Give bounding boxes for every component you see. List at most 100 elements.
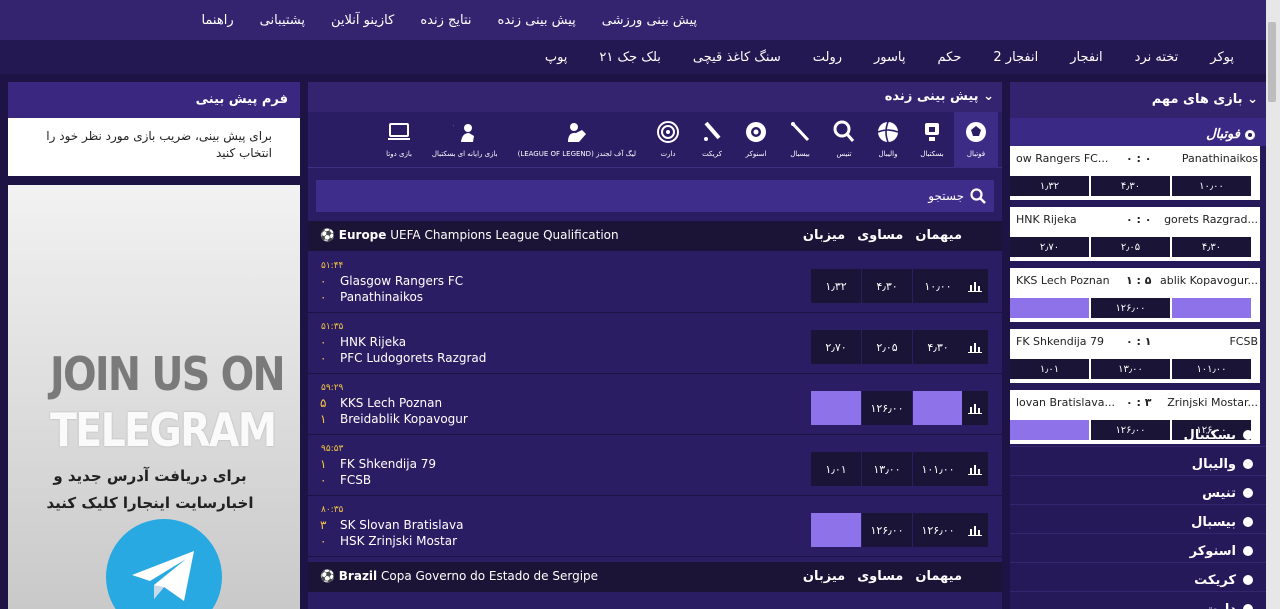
sport-tab[interactable]: والیبال	[866, 112, 910, 168]
league-header: ⚽ Europe UEFA Champions League Qualifica…	[308, 221, 1002, 251]
important-games-header[interactable]: ⌄ بازی های مهم	[1010, 82, 1266, 118]
sport-tab[interactable]: بسکتبال	[910, 112, 954, 168]
important-match-teams: KKS Lech Poznan ۱ : ۵ ablik Kopavogur...	[1016, 274, 1258, 290]
odds-button[interactable]: ۱٫۰۱	[1010, 359, 1089, 379]
banner-line1: JOIN US ON	[50, 347, 286, 401]
nav-live-results[interactable]: نتایج زنده	[420, 13, 471, 28]
league-name[interactable]: ⚽ Europe UEFA Champions League Qualifica…	[320, 228, 619, 242]
odds-button[interactable]: ۴٫۳۰	[1091, 176, 1170, 196]
match-row[interactable]: ۸۰:۳۵ ۳ ۰ SK Slovan Bratislava HSK Zrinjski …	[308, 497, 1002, 557]
nav-game-pasur[interactable]: پاسور	[874, 50, 905, 65]
search-input[interactable]: جستجو	[928, 189, 964, 203]
sport-tab[interactable]: فوتبال	[954, 112, 998, 168]
dart-icon	[657, 121, 679, 143]
sport-tab[interactable]: اسنوکر	[734, 112, 778, 168]
odds-button[interactable]	[1010, 298, 1089, 318]
odds-button[interactable]: ۲٫۷۰	[1010, 237, 1089, 257]
search-bar[interactable]: جستجو	[316, 180, 994, 212]
telegram-banner[interactable]: JOIN US ON TELEGRAM برای دریافت آدرس جدی…	[8, 185, 300, 609]
computer-icon	[388, 123, 411, 140]
odds-button[interactable]: ۲٫۷۰	[811, 330, 861, 364]
odds-button[interactable]: ۴٫۳۰	[1172, 237, 1251, 257]
nav-help[interactable]: راهنما	[201, 13, 233, 28]
nav-online-casino[interactable]: کازینو آنلاین	[331, 13, 394, 28]
category-football[interactable]: فوتبال	[1010, 118, 1266, 146]
live-betting-header[interactable]: ⌄ پیش بینی زنده	[308, 82, 1002, 112]
important-match[interactable]: HNK Rijeka ۰ : ۰ gorets Razgrad... ۲٫۷۰ ۲٫۰۵…	[1010, 207, 1260, 261]
nav-game-roulette[interactable]: رولت	[813, 50, 842, 65]
important-match[interactable]: FK Shkendija 79 ۰ : ۱ FCSB ۱٫۰۱ ۱۳٫۰۰ ۱۰۱٫۰۰	[1010, 329, 1260, 383]
category-item[interactable]: اسنوکر	[1010, 534, 1266, 563]
league-title: Copa Governo do Estado de Sergipe	[380, 569, 599, 583]
odds-button[interactable]: ۱۲۶٫۰۰	[862, 391, 912, 425]
nav-game-backgammon[interactable]: تخته نرد	[1135, 50, 1179, 65]
odds-button[interactable]: ۱۰۱٫۰۰	[913, 452, 963, 486]
stats-icon[interactable]	[962, 452, 988, 486]
odds-button[interactable]: ۱٫۳۲	[811, 269, 861, 303]
odds-button[interactable]	[913, 391, 963, 425]
nav-game-crash2[interactable]: انفجار 2	[993, 50, 1038, 65]
sport-tab[interactable]: تنیس	[822, 112, 866, 168]
odds-button[interactable]	[811, 391, 861, 425]
sport-tab[interactable]: بازی دوتا	[376, 112, 422, 168]
odds-button[interactable]	[811, 513, 861, 547]
sport-tab[interactable]: کریکت	[690, 112, 734, 168]
match-row[interactable]: ۵۱:۳۵ ۰ ۰ HNK Rijeka PFC Ludogorets Razgrad ۲…	[308, 314, 1002, 374]
stats-icon[interactable]	[962, 513, 988, 547]
odds-button[interactable]: ۱۲۶٫۰۰	[913, 513, 963, 547]
home-team: SK Slovan Bratislava	[340, 518, 464, 532]
stats-icon[interactable]	[962, 269, 988, 303]
home-team: Panathinaikos	[1181, 152, 1258, 165]
nav-game-pop[interactable]: پوپ	[545, 50, 568, 65]
nav-support[interactable]: پشتیبانی	[260, 13, 305, 28]
stats-icon[interactable]	[962, 330, 988, 364]
stats-icon[interactable]	[962, 391, 988, 425]
odds-button[interactable]: ۱۳٫۰۰	[862, 452, 912, 486]
match-row[interactable]: ۵۹:۲۹ ۵ ۱ KKS Lech Poznan Breidablik Kopavog…	[308, 375, 1002, 435]
nav-sports-betting[interactable]: پیش بینی ورزشی	[602, 13, 697, 28]
away-team: HSK Zrinjski Mostar	[340, 534, 458, 548]
odds-button[interactable]: ۱۰٫۰۰	[1172, 176, 1251, 196]
odds-button[interactable]: ۱۲۶٫۰۰	[1091, 298, 1170, 318]
category-item[interactable]: کریکت	[1010, 563, 1266, 592]
category-item[interactable]: بسکتبال	[1010, 418, 1266, 447]
important-match[interactable]: KKS Lech Poznan ۱ : ۵ ablik Kopavogur... ۱۲…	[1010, 268, 1260, 322]
important-match[interactable]: ow Rangers FC... ۰ : ۰ Panathinaikos ۱٫۳۲ ۴٫…	[1010, 146, 1260, 200]
nav-game-blackjack[interactable]: بلک جک ۲۱	[599, 50, 660, 65]
nav-live-betting[interactable]: پیش بینی زنده	[498, 13, 576, 28]
odds-button[interactable]: ۱۳٫۰۰	[1091, 359, 1170, 379]
snooker-icon	[746, 122, 766, 142]
telegram-icon	[106, 519, 222, 609]
odds-button[interactable]: ۱٫۳۲	[1010, 176, 1089, 196]
odds-column-label: میزبان	[802, 569, 846, 584]
league-name[interactable]: ⚽ Brazil Copa Governo do Estado de Sergi…	[320, 569, 598, 583]
odds-button[interactable]: ۱٫۰۱	[811, 452, 861, 486]
away-team: KKS Lech Poznan	[1016, 274, 1110, 287]
scrollbar-thumb[interactable]	[1268, 22, 1276, 102]
match-time: ۸۰:۳۵	[321, 505, 344, 515]
category-item[interactable]: والیبال	[1010, 447, 1266, 476]
odds-button[interactable]: ۱۰٫۰۰	[913, 269, 963, 303]
category-item[interactable]: دارت	[1010, 592, 1266, 609]
sport-tab[interactable]: ? بازی رایانه ای بسکتبال	[422, 112, 508, 168]
nav-game-rps[interactable]: سنگ کاغذ قیچی	[693, 50, 781, 65]
odds-button[interactable]: ۴٫۳۰	[862, 269, 912, 303]
odds-button[interactable]: ۱۰۱٫۰۰	[1172, 359, 1251, 379]
category-item[interactable]: تنیس	[1010, 476, 1266, 505]
nav-game-crash[interactable]: انفجار	[1070, 50, 1102, 65]
odds-button[interactable]	[1172, 298, 1251, 318]
match-row[interactable]: ۹۵:۵۳ ۱ ۰ FK Shkendija 79 FCSB ۱٫۰۱ ۱۳٫۰۰ ۱۰۱٫۰…	[308, 436, 1002, 496]
nav-game-poker[interactable]: پوکر	[1210, 50, 1234, 65]
match-row[interactable]: ۵۱:۴۴ ۰ ۰ Glasgow Rangers FC Panathinaikos ۱٫…	[308, 253, 1002, 313]
sport-tab[interactable]: دارت	[646, 112, 690, 168]
odds-button[interactable]: ۲٫۰۵	[1091, 237, 1170, 257]
odds-button[interactable]: ۴٫۳۰	[913, 330, 963, 364]
nav-game-hokm[interactable]: حکم	[938, 50, 962, 65]
odds-button[interactable]: ۲٫۰۵	[862, 330, 912, 364]
sport-tab[interactable]: بیسبال	[778, 112, 822, 168]
home-team: FCSB	[1229, 335, 1258, 348]
category-item[interactable]: بیسبال	[1010, 505, 1266, 534]
sport-tab[interactable]: لیگ آف لجندز (LEAGUE OF LEGEND)	[508, 112, 646, 168]
odds-button[interactable]: ۱۲۶٫۰۰	[862, 513, 912, 547]
match-score: ۰ : ۳	[1126, 396, 1152, 409]
